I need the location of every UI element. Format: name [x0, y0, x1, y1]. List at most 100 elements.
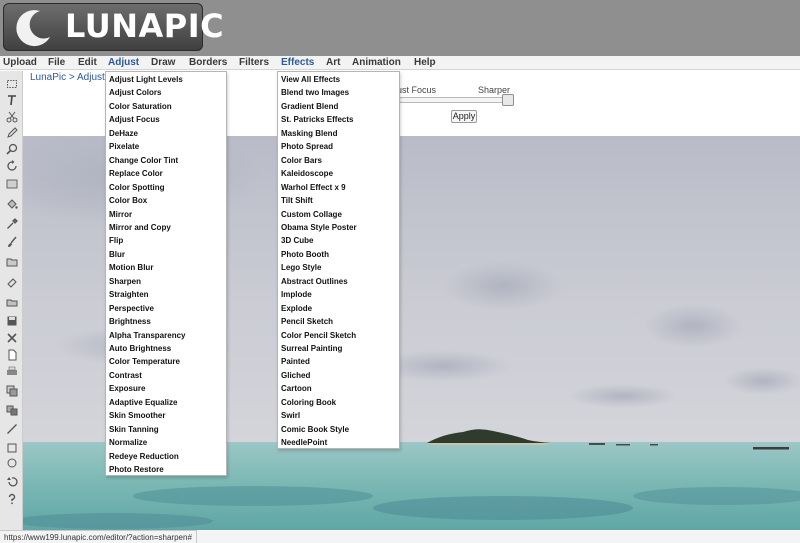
adjust-menu-item[interactable]: Perspective — [109, 302, 154, 316]
crop-icon[interactable] — [4, 177, 19, 191]
adjust-menu-item[interactable]: Adjust Light Levels — [109, 73, 183, 87]
adjust-menu-item[interactable]: Color Saturation — [109, 100, 172, 114]
effects-menu-item[interactable]: Abstract Outlines — [281, 275, 348, 289]
adjust-menu-item[interactable]: Sharpen — [109, 275, 141, 289]
paint-bucket-icon[interactable] — [4, 197, 19, 211]
new-page-icon[interactable] — [4, 348, 19, 362]
adjust-menu-item[interactable]: Normalize — [109, 436, 147, 450]
adjust-menu-item[interactable]: Adaptive Equalize — [109, 396, 177, 410]
eyedropper-icon[interactable] — [4, 217, 19, 231]
eraser-icon[interactable] — [4, 275, 19, 289]
effects-menu-item[interactable]: Cartoon — [281, 382, 312, 396]
adjust-menu-item[interactable]: Exposure — [109, 382, 145, 396]
effects-menu-item[interactable]: Surreal Painting — [281, 342, 342, 356]
menu-filters[interactable]: Filters — [239, 56, 269, 70]
sharpen-slider-handle[interactable] — [502, 94, 514, 106]
adjust-menu-item[interactable]: DeHaze — [109, 127, 138, 141]
pencil-icon[interactable] — [4, 126, 19, 140]
adjust-menu-item[interactable]: Adjust Focus — [109, 113, 160, 127]
site-header: LUNAPIC — [0, 0, 800, 56]
adjust-menu-item[interactable]: Straighten — [109, 288, 149, 302]
menu-file[interactable]: File — [48, 56, 65, 70]
adjust-menu-item[interactable]: Brightness — [109, 315, 151, 329]
delete-icon[interactable] — [4, 331, 19, 345]
text-tool-icon[interactable] — [4, 93, 19, 107]
menu-adjust[interactable]: Adjust — [108, 56, 139, 70]
effects-menu-item[interactable]: Implode — [281, 288, 312, 302]
rectangle-icon[interactable] — [4, 441, 19, 455]
adjust-menu-item[interactable]: Mirror and Copy — [109, 221, 171, 235]
menu-animation[interactable]: Animation — [352, 56, 401, 70]
copy-icon[interactable] — [4, 384, 19, 398]
effects-menu-item[interactable]: Photo Spread — [281, 140, 333, 154]
sharpen-slider-track[interactable] — [399, 97, 514, 103]
breadcrumb-current-link[interactable]: Adjust — [77, 72, 105, 83]
menu-borders[interactable]: Borders — [189, 56, 227, 70]
zoom-icon[interactable] — [4, 142, 19, 156]
adjust-menu-item[interactable]: Mirror — [109, 208, 132, 222]
adjust-menu-item[interactable]: Change Color Tint — [109, 154, 178, 168]
menu-art[interactable]: Art — [326, 56, 340, 70]
undo-icon[interactable] — [4, 474, 19, 488]
save-icon[interactable] — [4, 314, 19, 328]
circle-icon[interactable] — [4, 456, 19, 470]
line-icon[interactable] — [4, 422, 19, 436]
adjust-menu-item[interactable]: Flip — [109, 234, 123, 248]
effects-menu-item[interactable]: Lego Style — [281, 261, 321, 275]
clone-icon[interactable] — [4, 403, 19, 417]
open-folder-icon[interactable] — [4, 255, 19, 269]
effects-menu-item[interactable]: Color Bars — [281, 154, 322, 168]
effects-menu-item[interactable]: Explode — [281, 302, 312, 316]
open-file-icon[interactable] — [4, 295, 19, 309]
menu-upload[interactable]: Upload — [3, 56, 37, 70]
adjust-menu-item[interactable]: Adjust Colors — [109, 86, 161, 100]
effects-menu-item[interactable]: 3D Cube — [281, 234, 313, 248]
scissors-icon[interactable] — [4, 110, 19, 124]
effects-menu-item[interactable]: Color Pencil Sketch — [281, 329, 356, 343]
menu-edit[interactable]: Edit — [78, 56, 97, 70]
adjust-menu-item[interactable]: Color Temperature — [109, 355, 180, 369]
adjust-menu-item[interactable]: Redeye Reduction — [109, 450, 179, 464]
effects-menu-item[interactable]: Tilt Shift — [281, 194, 313, 208]
effects-menu-item[interactable]: Coloring Book — [281, 396, 336, 410]
effects-menu-item[interactable]: St. Patricks Effects — [281, 113, 353, 127]
effects-menu-item[interactable]: Comic Book Style — [281, 423, 349, 437]
effects-menu-item[interactable]: Photo Booth — [281, 248, 329, 262]
effects-menu-item[interactable]: Blend two Images — [281, 86, 349, 100]
adjust-menu-item[interactable]: Skin Tanning — [109, 423, 159, 437]
effects-menu-item[interactable]: NeedlePoint — [281, 436, 327, 450]
adjust-menu-item[interactable]: Blur — [109, 248, 125, 262]
menu-effects[interactable]: Effects — [281, 56, 314, 70]
effects-menu-item[interactable]: Warhol Effect x 9 — [281, 181, 346, 195]
adjust-menu-item[interactable]: Contrast — [109, 369, 142, 383]
effects-menu-item[interactable]: Custom Collage — [281, 208, 342, 222]
effects-menu-item[interactable]: Gliched — [281, 369, 310, 383]
menu-help[interactable]: Help — [414, 56, 436, 70]
effects-menu-item[interactable]: Gradient Blend — [281, 100, 338, 114]
rotate-icon[interactable] — [4, 159, 19, 173]
help-icon[interactable] — [4, 492, 19, 506]
adjust-menu-item[interactable]: Auto Brightness — [109, 342, 171, 356]
effects-menu-item[interactable]: Painted — [281, 355, 310, 369]
effects-menu-item[interactable]: Kaleidoscope — [281, 167, 333, 181]
menu-draw[interactable]: Draw — [151, 56, 175, 70]
adjust-menu-item[interactable]: Alpha Transparency — [109, 329, 185, 343]
effects-menu-item[interactable]: Obama Style Poster — [281, 221, 357, 235]
breadcrumb-home-link[interactable]: LunaPic — [30, 72, 66, 83]
adjust-menu-item[interactable]: Motion Blur — [109, 261, 153, 275]
adjust-menu-item[interactable]: Photo Restore — [109, 463, 164, 477]
brush-icon[interactable] — [4, 235, 19, 249]
effects-menu-item[interactable]: Pencil Sketch — [281, 315, 333, 329]
adjust-menu-item[interactable]: Skin Smoother — [109, 409, 165, 423]
adjust-menu-item[interactable]: Replace Color — [109, 167, 163, 181]
apply-button[interactable]: Apply — [451, 110, 477, 123]
adjust-menu-item[interactable]: Color Box — [109, 194, 147, 208]
adjust-menu-item[interactable]: Color Spotting — [109, 181, 165, 195]
effects-menu-item[interactable]: View All Effects — [281, 73, 340, 87]
marquee-select-icon[interactable] — [4, 77, 19, 91]
print-icon[interactable] — [4, 365, 19, 379]
effects-menu-item[interactable]: Swirl — [281, 409, 300, 423]
adjust-menu-item[interactable]: Pixelate — [109, 140, 139, 154]
lunapic-logo[interactable]: LUNAPIC — [3, 3, 224, 51]
effects-menu-item[interactable]: Masking Blend — [281, 127, 337, 141]
